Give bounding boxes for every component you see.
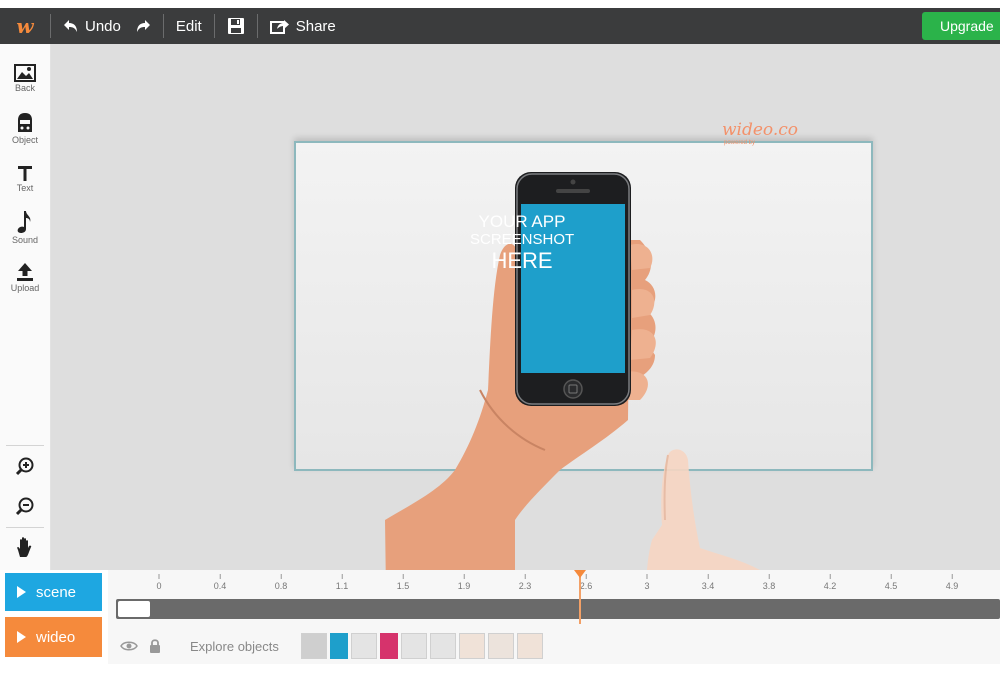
play-icon — [17, 631, 26, 643]
timeline-tick: 0 — [156, 574, 161, 591]
object-thumbnail[interactable] — [329, 633, 348, 659]
object-thumbnail[interactable] — [429, 633, 456, 659]
timeline-tick: 3 — [644, 574, 649, 591]
playhead-line[interactable] — [579, 572, 581, 624]
wideo-button[interactable]: wideo — [5, 617, 102, 657]
lock-icon — [150, 639, 160, 653]
timeline-panel: 0 0.4 0.8 1.1 1.5 1.9 2.3 2.6 3 3.4 3.8 … — [108, 570, 1000, 664]
object-thumbnail[interactable] — [400, 633, 427, 659]
phone-text-line2: SCREENSHOT — [470, 231, 575, 248]
object-thumbnail[interactable] — [487, 633, 514, 659]
phone-text-line3: HERE — [491, 248, 553, 273]
timeline-tick: 4.5 — [885, 574, 898, 591]
timeline-tick: 1.9 — [458, 574, 471, 591]
object-thumbnail[interactable] — [300, 633, 327, 659]
window-bottom-edge — [0, 664, 1000, 700]
scene-label: scene — [36, 583, 77, 601]
wideo-label: wideo — [36, 628, 76, 646]
object-thumbnail[interactable] — [350, 633, 377, 659]
timeline-tick: 3.4 — [702, 574, 715, 591]
playhead-handle[interactable] — [574, 570, 586, 578]
play-icon — [17, 586, 26, 598]
timeline-tick: 0.8 — [275, 574, 288, 591]
timeline-tick: 2.3 — [519, 574, 532, 591]
timeline-tick: 4.2 — [824, 574, 837, 591]
eye-icon — [120, 641, 138, 651]
phone-screen-text: YOUR APP SCREENSHOT HERE — [470, 213, 574, 273]
timeline-track[interactable] — [116, 599, 1000, 619]
lock-toggle[interactable] — [142, 638, 168, 654]
timeline-tick: 0.4 — [214, 574, 227, 591]
phone-text-line1: YOUR APP — [478, 212, 566, 231]
timeline-tick: 1.1 — [336, 574, 349, 591]
phone-image — [515, 172, 631, 406]
visibility-toggle[interactable] — [116, 640, 142, 652]
timeline-start-block[interactable] — [118, 601, 150, 617]
brand-watermark: wideo.co — [722, 120, 799, 140]
object-bar: Explore objects — [116, 632, 1000, 660]
object-thumbnail[interactable] — [516, 633, 543, 659]
explore-objects-label: Explore objects — [190, 638, 279, 654]
timeline-tick: 4.9 — [946, 574, 959, 591]
timeline-tick: 1.5 — [397, 574, 410, 591]
timeline-tick: 3.8 — [763, 574, 776, 591]
scene-button[interactable]: scene — [5, 573, 102, 611]
brand-subtitle: powered by — [724, 140, 756, 146]
object-thumbnail[interactable] — [379, 633, 398, 659]
timeline-ruler: 0 0.4 0.8 1.1 1.5 1.9 2.3 2.6 3 3.4 3.8 … — [108, 574, 1000, 596]
object-thumbnail[interactable] — [458, 633, 485, 659]
